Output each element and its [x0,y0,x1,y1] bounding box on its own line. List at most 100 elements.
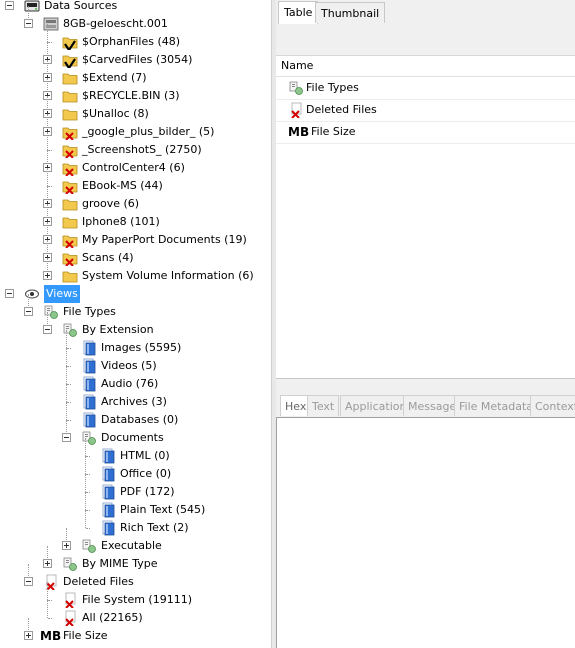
tree-node-groove[interactable]: groove (6) [0,186,271,213]
collapse-toggle-icon[interactable] [5,289,14,298]
result-row-label: File Types [306,81,359,94]
tree-node-pdf[interactable]: PDF (172) [0,474,271,501]
tree-connector [48,186,52,187]
tree-node-iphone8[interactable]: Iphone8 (101) [0,204,271,231]
tree-node-ebook-ms[interactable]: EBook-MS (44) [0,168,271,195]
tree-node-data-sources[interactable]: Data Sources [0,0,271,15]
panel-splitter[interactable] [276,378,575,394]
tab-table[interactable]: Table [278,1,319,24]
tree-node-unalloc[interactable]: $Unalloc (8) [0,96,271,123]
tree-node-controlcenter4[interactable]: ControlCenter4 (6) [0,150,271,177]
tree-node-databases[interactable]: Databases (0) [0,402,271,429]
tree-node-label: Rich Text (2) [120,521,189,534]
folder-deleted-icon [62,142,78,159]
result-toolbar [276,24,575,56]
folder-icon [62,214,78,230]
viewer-tabbar: Hex Text Application Message File Metadata Co… [276,393,575,417]
tree-node-carved-files[interactable]: $CarvedFiles (3054) [0,42,271,70]
tree-node-by-extension[interactable]: By Extension [0,312,271,339]
tree-node-audio[interactable]: Audio (76) [0,366,271,393]
tree-node-videos[interactable]: Videos (5) [0,348,271,375]
collapse-toggle-icon[interactable] [43,325,52,334]
expand-toggle-icon[interactable] [43,271,52,280]
tree-node-by-mime-type[interactable]: By MIME Type [0,546,271,573]
tree-node-label: Iphone8 (101) [82,215,160,228]
tree-connector [47,168,48,186]
tree-node-office[interactable]: Office (0) [0,456,271,483]
tree-connector [66,348,67,366]
tree-node-label: Data Sources [44,0,118,12]
collapse-toggle-icon[interactable] [62,433,71,442]
tree-node-label: _ScreenshotS_ (2750) [82,143,202,156]
tree-connector [85,492,86,510]
result-row[interactable]: MB File Size [276,121,575,144]
tree-node-file-types[interactable]: File Types [0,294,271,321]
tab-thumbnail[interactable]: Thumbnail [315,2,386,23]
hex-viewer[interactable] [276,417,575,648]
folder-deleted-icon [62,124,78,141]
tree-node-image-8gb[interactable]: 8GB-geloescht.001 [0,6,271,33]
tree-connector [47,24,48,42]
tree-node-screenshots[interactable]: _ScreenshotS_ (2750) [0,132,271,159]
folder-icon [62,70,78,86]
result-row[interactable]: Deleted Files [276,99,575,122]
result-panel: Table Thumbnail Name File Types Deleted F… [276,0,575,648]
tab-file-metadata[interactable]: File Metadata [454,395,538,416]
collapse-toggle-icon[interactable] [24,19,33,28]
tree-node-system-volume-information[interactable]: System Volume Information (6) [0,258,271,285]
tree-node-executable[interactable]: Executable [0,528,271,555]
name-column-header[interactable]: Name [276,56,575,77]
tree-node-file-system[interactable]: File System (19111) [0,582,271,609]
expand-toggle-icon[interactable] [43,559,52,568]
tree-connector [67,366,71,367]
folder-icon [62,88,78,104]
tree-node-extend[interactable]: $Extend (7) [0,60,271,87]
mb-icon: MB [288,121,309,144]
tree-node-label: Archives (3) [101,395,167,408]
tree-node-label: Videos (5) [101,359,157,372]
collapse-toggle-icon[interactable] [5,1,14,10]
expand-toggle-icon[interactable] [62,541,71,550]
tree-connector [86,456,90,457]
tree-connector [67,420,71,421]
file-types-icon [81,430,97,446]
tree-node-rich-text[interactable]: Rich Text (2) [0,510,271,537]
tree-connector [86,492,90,493]
expand-toggle-icon[interactable] [24,631,33,640]
tree-node-recycle-bin[interactable]: $RECYCLE.BIN (3) [0,78,271,105]
folder-deleted-icon [62,160,78,177]
collapse-toggle-icon[interactable] [24,307,33,316]
tree-node-deleted-files[interactable]: Deleted Files [0,564,271,591]
document-icon [81,340,97,356]
tree-node-paperport[interactable]: My PaperPort Documents (19) [0,222,271,249]
result-row[interactable]: File Types [276,77,575,100]
tree-node-plain-text[interactable]: Plain Text (545) [0,492,271,519]
collapse-toggle-icon[interactable] [24,577,33,586]
tab-context[interactable]: Context [530,395,575,416]
tree-node-orphan-files[interactable]: $OrphanFiles (48) [0,24,271,52]
tree-connector [86,528,90,529]
tree-connector [48,42,52,43]
tree-node-label: Scans (4) [82,251,134,264]
tree-node-label: Deleted Files [63,575,134,588]
tree-node-label: ControlCenter4 (6) [82,161,185,174]
tree-node-views[interactable]: Views [0,285,271,303]
tree-connector [66,330,67,348]
tree-node-all[interactable]: All (22165) [0,600,271,627]
document-icon [81,376,97,392]
file-types-icon [62,322,78,338]
folder-checked-icon [62,34,78,52]
tree-node-scans[interactable]: Scans (4) [0,240,271,267]
tree-node-label: $OrphanFiles (48) [82,35,181,48]
tree-node-google-plus-bilder[interactable]: _google_plus_bilder_ (5) [0,114,271,141]
tab-application[interactable]: Application [340,395,412,416]
tab-text[interactable]: Text [307,395,340,416]
tree-node-label: HTML (0) [120,449,170,462]
document-icon [100,484,116,500]
tree-node-file-size[interactable]: MB File Size [0,618,271,645]
tab-message[interactable]: Message [403,395,462,416]
tree-node-documents[interactable]: Documents [0,420,271,447]
tree-node-html[interactable]: HTML (0) [0,438,271,465]
tree-node-images[interactable]: Images (5595) [0,330,271,357]
tree-node-archives[interactable]: Archives (3) [0,384,271,411]
